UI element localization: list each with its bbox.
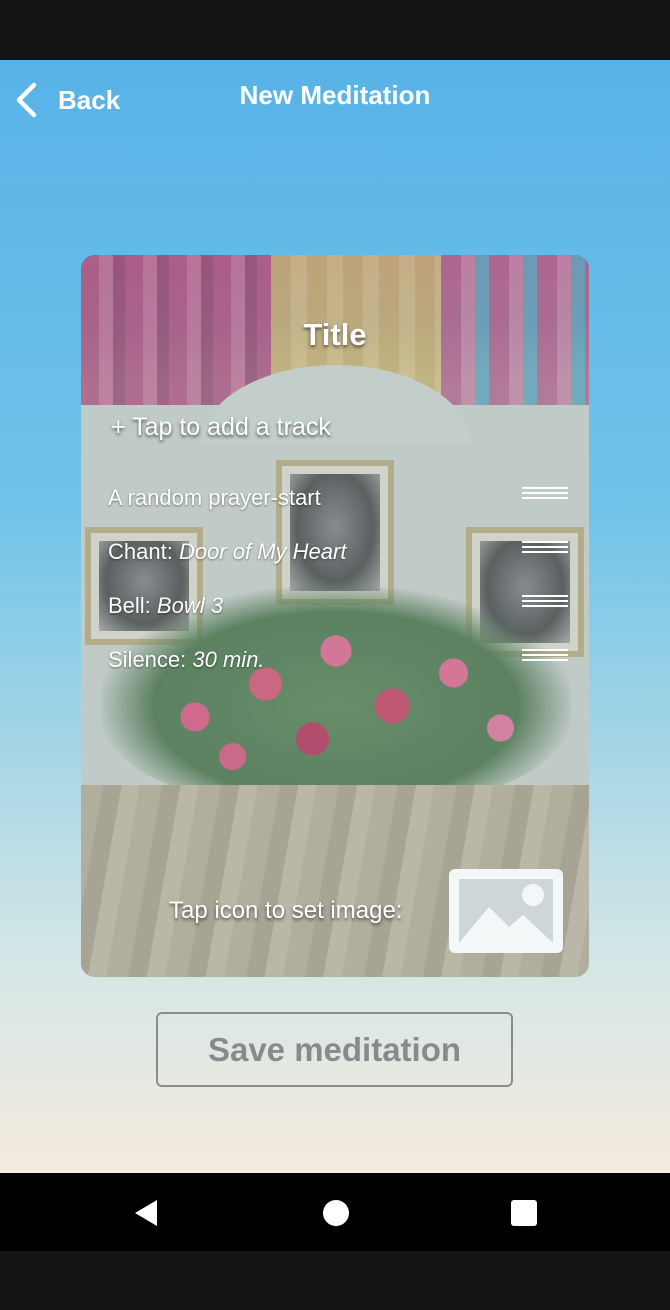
drag-handle-icon[interactable] xyxy=(522,649,568,665)
track-label: Bell: Bowl 3 xyxy=(108,593,223,618)
set-image-label: Tap icon to set image: xyxy=(169,897,403,924)
drag-handle-icon[interactable] xyxy=(522,595,568,611)
track-item[interactable]: A random prayer-start xyxy=(108,477,568,517)
status-bar xyxy=(0,0,670,60)
track-item[interactable]: Bell: Bowl 3 xyxy=(108,585,568,625)
save-meditation-button[interactable]: Save meditation xyxy=(156,1012,513,1087)
track-item[interactable]: Chant: Door of My Heart xyxy=(108,531,568,571)
page-title: New Meditation xyxy=(239,80,431,110)
track-item[interactable]: Silence: 30 min. xyxy=(108,639,568,679)
meditation-card: Title + Tap to add a track A random pray… xyxy=(81,255,589,977)
add-track-button[interactable]: + Tap to add a track xyxy=(111,413,331,442)
drag-handle-icon[interactable] xyxy=(522,487,568,503)
image-icon[interactable] xyxy=(447,867,565,955)
nav-header: Back New Meditation xyxy=(0,60,670,140)
bottom-bar xyxy=(0,1251,670,1310)
track-label: Silence: 30 min. xyxy=(108,647,265,672)
drag-handle-icon[interactable] xyxy=(522,541,568,557)
system-navigation-bar xyxy=(0,1173,670,1251)
track-label: Chant: Door of My Heart xyxy=(108,539,347,564)
home-circle-icon[interactable] xyxy=(320,1197,352,1229)
back-triangle-icon[interactable] xyxy=(131,1197,163,1229)
recents-square-icon[interactable] xyxy=(508,1197,540,1229)
meditation-title[interactable]: Title xyxy=(81,317,589,353)
track-label: A random prayer-start xyxy=(108,485,321,510)
